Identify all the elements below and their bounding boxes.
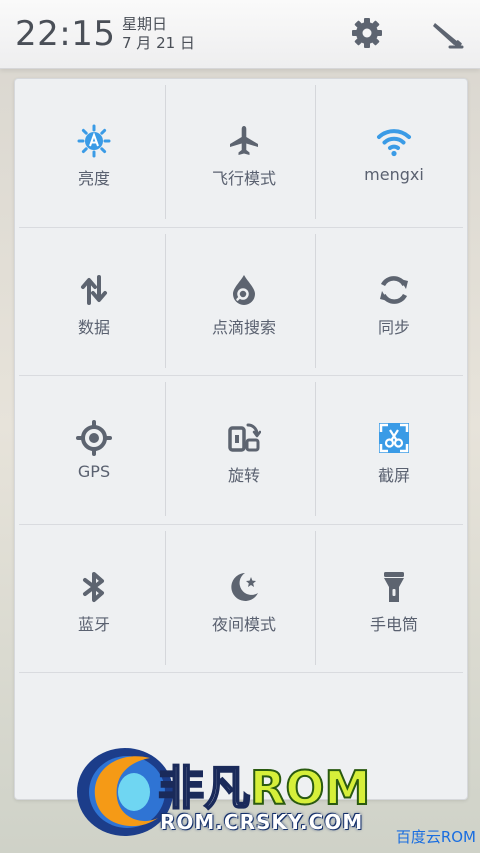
date-label: 7 月 21 日 [122,34,195,52]
wifi-icon [376,123,412,159]
brightness-auto-icon [76,123,112,159]
tile-row: 数据 点滴搜索 同步 [19,228,463,376]
weekday-label: 星期日 [122,15,168,33]
logo-cn-text: 非凡 [157,760,251,816]
tile-row: 蓝牙 夜间模式 手电筒 [19,525,463,673]
drop-search-icon [226,272,262,308]
screenshot-icon [376,420,412,456]
tile-screenshot[interactable]: 截屏 [319,382,469,516]
tile-rotate[interactable]: 旋转 [169,382,319,516]
bluetooth-icon [76,569,112,605]
quick-settings-grid: 亮度 飞行模式 mengxi 数据 点滴搜索 同步 GPS 旋转 截屏 蓝牙 夜… [15,79,467,673]
flashlight-icon [376,569,412,605]
date-block: 星期日 7 月 21 日 [122,15,195,53]
tile-night-mode[interactable]: 夜间模式 [169,531,319,665]
tile-label: 旋转 [227,466,260,485]
tile-label: 夜间模式 [211,614,276,634]
quick-settings-panel: 亮度 飞行模式 mengxi 数据 点滴搜索 同步 GPS 旋转 截屏 蓝牙 夜… [14,78,468,800]
crsky-watermark-logo: 非凡ROM ROM.CRSKY.COM [70,740,420,840]
tile-label: 亮度 [77,169,110,188]
tile-row: 亮度 飞行模式 mengxi [19,79,463,228]
logo-url-text: ROM.CRSKY.COM [160,810,364,834]
tile-label: 同步 [377,317,410,337]
tile-label: 蓝牙 [77,614,110,634]
edit-pencil-icon[interactable] [428,14,466,52]
tile-flashlight[interactable]: 手电筒 [319,531,469,665]
night-mode-icon [226,569,262,605]
tile-label: 手电筒 [369,614,418,634]
tile-label: 数据 [77,317,110,337]
logo-text: 非凡ROM [157,752,371,818]
tile-bluetooth[interactable]: 蓝牙 [19,531,169,665]
tile-brightness[interactable]: 亮度 [19,85,169,219]
settings-gear-icon[interactable] [348,14,386,52]
tile-label: mengxi [364,165,424,184]
status-bar: 22:15 星期日 7 月 21 日 [0,0,480,69]
tile-row: GPS 旋转 截屏 [19,376,463,525]
sync-icon [376,272,412,308]
tile-airplane-mode[interactable]: 飞行模式 [169,85,319,219]
clock-time: 22:15 [15,14,116,54]
tile-wifi[interactable]: mengxi [319,85,469,219]
tile-sync[interactable]: 同步 [319,234,469,368]
tile-data[interactable]: 数据 [19,234,169,368]
tile-label: 点滴搜索 [211,317,276,337]
corner-watermark: 百度云ROM [395,828,476,846]
tile-label: GPS [77,462,111,481]
tile-drop-search[interactable]: 点滴搜索 [169,234,319,368]
data-transfer-icon [76,272,112,308]
tile-label: 截屏 [377,466,410,485]
tile-gps[interactable]: GPS [19,382,169,516]
gps-icon [76,420,112,456]
logo-rom-text: ROM [249,760,371,816]
tile-label: 飞行模式 [211,169,276,188]
rotate-icon [226,420,262,456]
airplane-icon [226,123,262,159]
